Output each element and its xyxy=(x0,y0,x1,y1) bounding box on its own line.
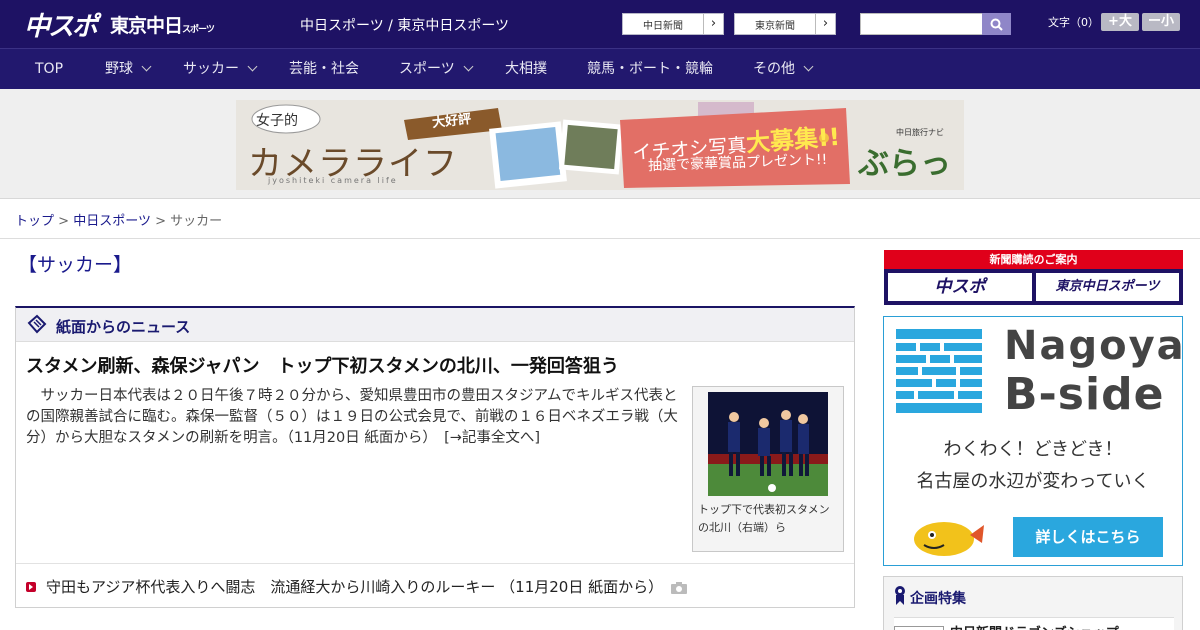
ad-name-line1: Nagoya xyxy=(1004,323,1186,369)
breadcrumb: トップ > 中日スポーツ > サッカー xyxy=(15,210,222,229)
nav-baseball[interactable]: 野球 xyxy=(105,49,152,89)
ad-details-button[interactable]: 詳しくはこちら xyxy=(1013,517,1163,557)
news-box-header: 紙面からのニュース xyxy=(16,308,854,342)
related-article: 守田もアジア杯代表入りへ闘志 流通経大から川崎入りのルーキー （11月20日 紙… xyxy=(26,576,688,597)
text-size-label: 文字（0） xyxy=(1048,16,1099,29)
nav-sumo[interactable]: 大相撲 xyxy=(505,49,547,89)
subscribe-chuspo-button[interactable]: 中スポ xyxy=(888,273,1032,301)
text-size-smaller-button[interactable]: ー小 xyxy=(1142,13,1180,31)
text-size-larger-button[interactable]: +大 xyxy=(1101,13,1139,31)
banner-brand-small: 中日旅行ナビ xyxy=(896,128,944,137)
nav-other[interactable]: その他 xyxy=(753,49,814,89)
camera-life-banner[interactable]: 女子的 大好評 カメラライフ jyoshiteki camera life イチ… xyxy=(236,100,964,190)
players-training-image xyxy=(708,392,828,496)
nagoya-bside-ad[interactable]: Nagoya B-side わくわく！どきどき！ 名古屋の水辺が変わっていく 詳… xyxy=(883,316,1186,566)
divider xyxy=(0,238,1200,239)
subscription-header: 新聞購読のご案内 xyxy=(884,250,1183,269)
feature-box: 企画特集 中日新聞ドラゴンズショップ xyxy=(883,576,1183,630)
article-title-link[interactable]: スタメン刷新、森保ジャパン トップ下初スタメンの北川、一発回答狙う xyxy=(26,352,619,378)
search-input[interactable] xyxy=(860,13,983,35)
chunichi-shimbun-button[interactable]: 中日新聞 › xyxy=(622,13,724,35)
fried-shrimp-mascot-icon xyxy=(914,522,984,556)
feature-item[interactable]: 中日新聞ドラゴンズショップ xyxy=(894,617,1174,630)
chevron-right-icon: › xyxy=(815,14,835,34)
play-bullet-icon xyxy=(26,582,36,592)
chevron-down-icon xyxy=(463,61,474,72)
nav-label: 大相撲 xyxy=(505,61,547,77)
article-photo[interactable] xyxy=(708,392,828,496)
feature-label: 企画特集 xyxy=(910,591,966,607)
nav-entertainment[interactable]: 芸能・社会 xyxy=(289,49,359,89)
nav-top[interactable]: TOP xyxy=(35,49,63,89)
banner-subtitle: jyoshiteki camera life xyxy=(268,176,398,185)
chevron-right-icon: › xyxy=(703,14,723,34)
ribbon-icon xyxy=(895,586,905,605)
divider xyxy=(16,563,854,564)
newspaper-icon xyxy=(27,314,47,334)
related-article-link[interactable]: 守田もアジア杯代表入りへ闘志 流通経大から川崎入りのルーキー （11月20日 紙… xyxy=(46,578,663,596)
nav-label: TOP xyxy=(35,61,64,77)
photo-caption: トップ下で代表初スタメンの北川（右端）ら xyxy=(698,503,830,534)
nav-label: 競馬・ボート・競輪 xyxy=(587,61,713,77)
breadcrumb-sep: > xyxy=(58,214,70,229)
page-title: 【サッカー】 xyxy=(18,254,133,276)
nav-label: 野球 xyxy=(105,61,133,77)
chevron-down-icon xyxy=(803,61,814,72)
breadcrumb-current: サッカー xyxy=(170,214,223,229)
nav-label: 芸能・社会 xyxy=(289,61,359,77)
subscription-box: 新聞購読のご案内 中スポ 東京中日スポーツ xyxy=(884,250,1183,305)
site-links[interactable]: 中日スポーツ / 東京中日スポーツ xyxy=(300,15,509,35)
tokyo-chunichi-logo[interactable]: 東京中日スポーツ xyxy=(110,11,215,38)
search-icon xyxy=(990,18,1003,31)
chevron-down-icon xyxy=(141,61,152,72)
paper-button-label: 東京新聞 xyxy=(755,21,795,32)
banner-popular: 大好評 xyxy=(431,111,472,131)
news-box: 紙面からのニュース スタメン刷新、森保ジャパン トップ下初スタメンの北川、一発回… xyxy=(15,306,855,608)
camera-icon xyxy=(671,581,688,594)
article-photo-box[interactable]: トップ下で代表初スタメンの北川（右端）ら xyxy=(692,386,844,552)
ad-tagline2: 名古屋の水辺が変わっていく xyxy=(916,471,1150,492)
tokyo-logo-small: スポーツ xyxy=(182,25,215,35)
nav-soccer[interactable]: サッカー xyxy=(183,49,258,89)
search-button[interactable] xyxy=(982,13,1011,35)
ad-name-line2: B-side xyxy=(1004,369,1165,420)
nav-label: サッカー xyxy=(183,61,239,77)
paper-button-label: 中日新聞 xyxy=(643,21,683,32)
breadcrumb-top[interactable]: トップ xyxy=(15,214,54,229)
article-body: サッカー日本代表は２０日午後７時２０分から、愛知県豊田市の豊田スタジアムでキルギ… xyxy=(26,388,678,446)
top-header: 中スポ 東京中日スポーツ 中日スポーツ / 東京中日スポーツ 中日新聞 › 東京… xyxy=(0,0,1200,48)
tokyo-logo-text: 東京中日 xyxy=(110,15,183,37)
brick-wall-icon xyxy=(896,329,982,413)
nav-racing[interactable]: 競馬・ボート・競輪 xyxy=(587,49,713,89)
chevron-down-icon xyxy=(247,61,258,72)
nav-label: その他 xyxy=(753,61,795,77)
tokyo-shimbun-button[interactable]: 東京新聞 › xyxy=(734,13,836,35)
ad-tagline1: わくわく！どきどき！ xyxy=(943,439,1123,460)
chuspo-logo[interactable]: 中スポ xyxy=(24,6,98,43)
nav-label: スポーツ xyxy=(399,61,455,77)
subscribe-tokyo-chunichi-button[interactable]: 東京中日スポーツ xyxy=(1036,273,1179,301)
main-nav: TOP 野球 サッカー 芸能・社会 スポーツ 大相撲 競馬・ボート・競輪 その他 xyxy=(0,48,1200,89)
nav-sports[interactable]: スポーツ xyxy=(399,49,474,89)
banner-badge: 女子的 xyxy=(256,113,298,129)
feature-item-label: 中日新聞ドラゴンズショップ xyxy=(950,622,1119,630)
feature-thumb xyxy=(894,626,944,630)
breadcrumb-sep: > xyxy=(155,214,166,229)
breadcrumb-paper[interactable]: 中日スポーツ xyxy=(73,214,151,229)
news-box-label: 紙面からのニュース xyxy=(56,318,191,336)
banner-brand: ぶらっ人 xyxy=(858,146,951,182)
